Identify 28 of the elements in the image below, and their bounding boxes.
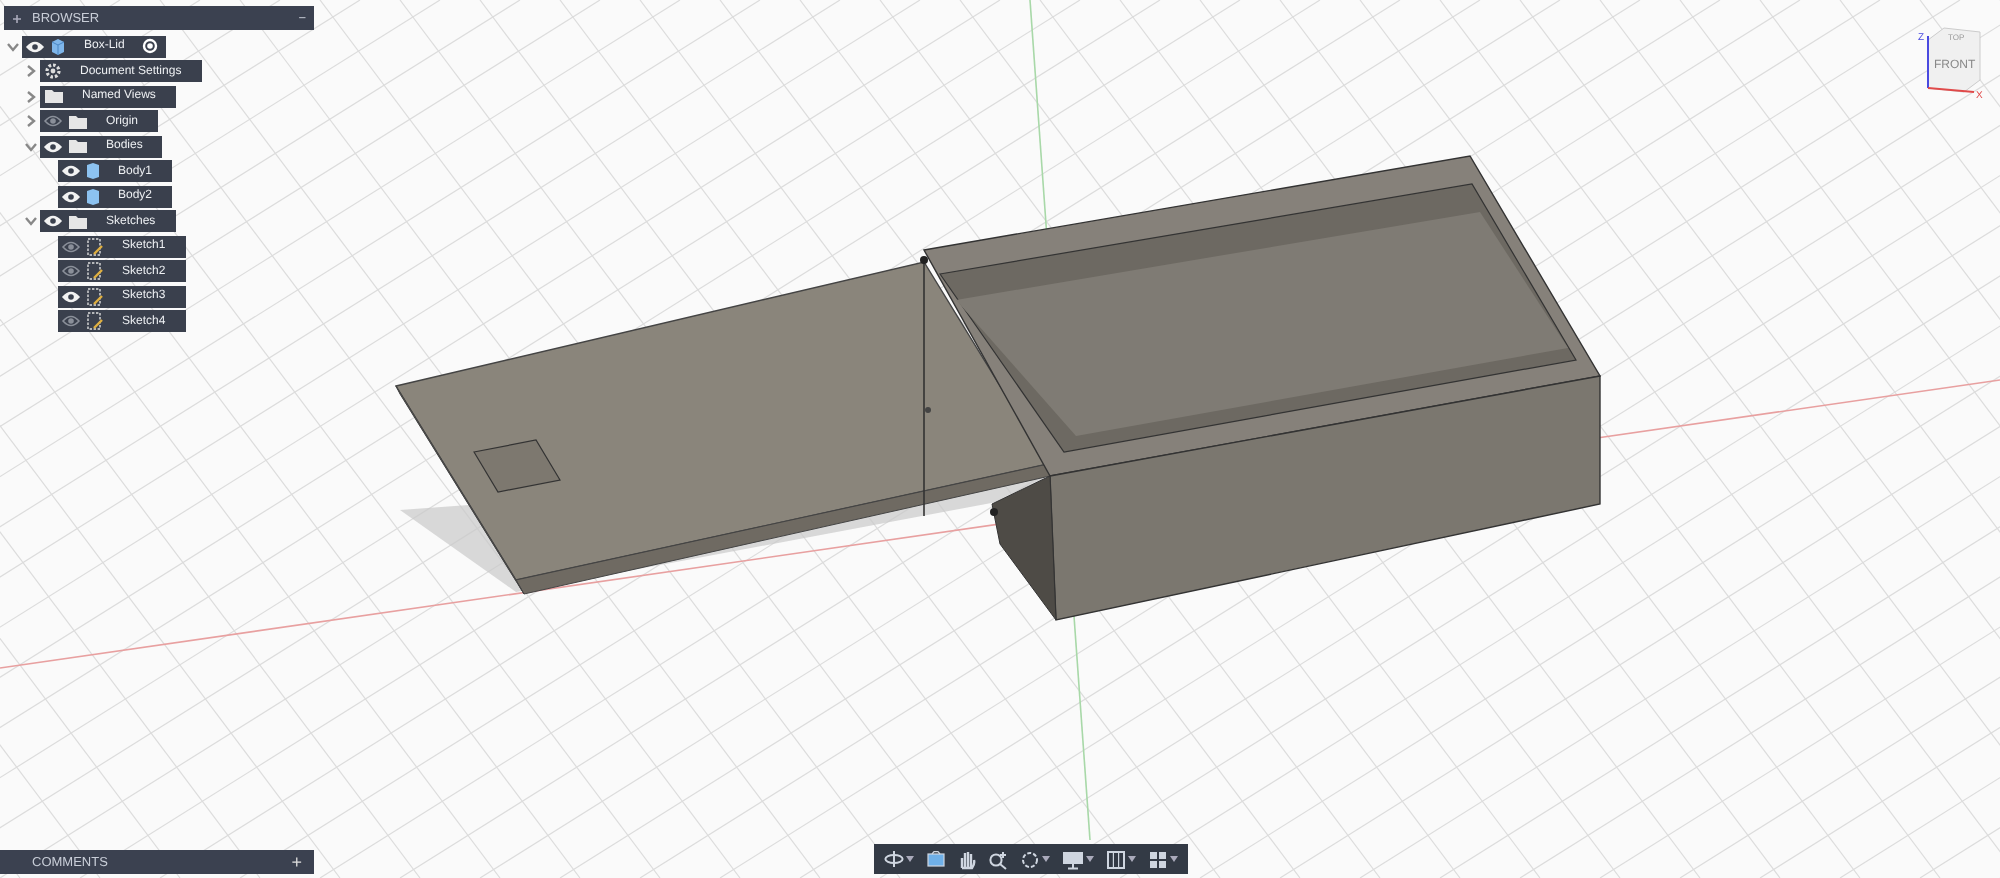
sketch-icon: [86, 287, 104, 306]
toolbar-button[interactable]: [1016, 846, 1054, 872]
add-comment-button[interactable]: +: [291, 852, 302, 872]
toolbar-button[interactable]: [984, 846, 1012, 872]
toolbar-button[interactable]: [922, 846, 950, 872]
sketch-icon: [86, 237, 104, 256]
zoom-icon: [988, 849, 1008, 869]
caret-icon[interactable]: [1042, 856, 1050, 862]
caret-icon[interactable]: [1128, 856, 1136, 862]
cube-icon: [50, 37, 66, 56]
sketch-icon: [86, 262, 104, 281]
toolbar-button[interactable]: [1102, 846, 1140, 872]
caret-icon[interactable]: [1086, 856, 1094, 862]
caret-icon[interactable]: [906, 856, 914, 862]
toolbar-button[interactable]: [1058, 846, 1098, 872]
orbit-icon: [884, 850, 904, 868]
caret-icon[interactable]: [1170, 856, 1178, 862]
viewports-icon: [1148, 849, 1168, 869]
monitor-icon: [1062, 849, 1084, 869]
sketch-icon: [86, 312, 104, 331]
toolbar-button[interactable]: [1144, 846, 1182, 872]
grid-icon: [1106, 849, 1126, 869]
gear-icon: [44, 62, 62, 81]
folder-icon: [68, 213, 88, 230]
toolbar-button[interactable]: [880, 846, 918, 872]
fit-view-icon: [1020, 849, 1040, 869]
activate-radio-icon[interactable]: [142, 38, 159, 55]
hand-icon: [958, 849, 976, 869]
